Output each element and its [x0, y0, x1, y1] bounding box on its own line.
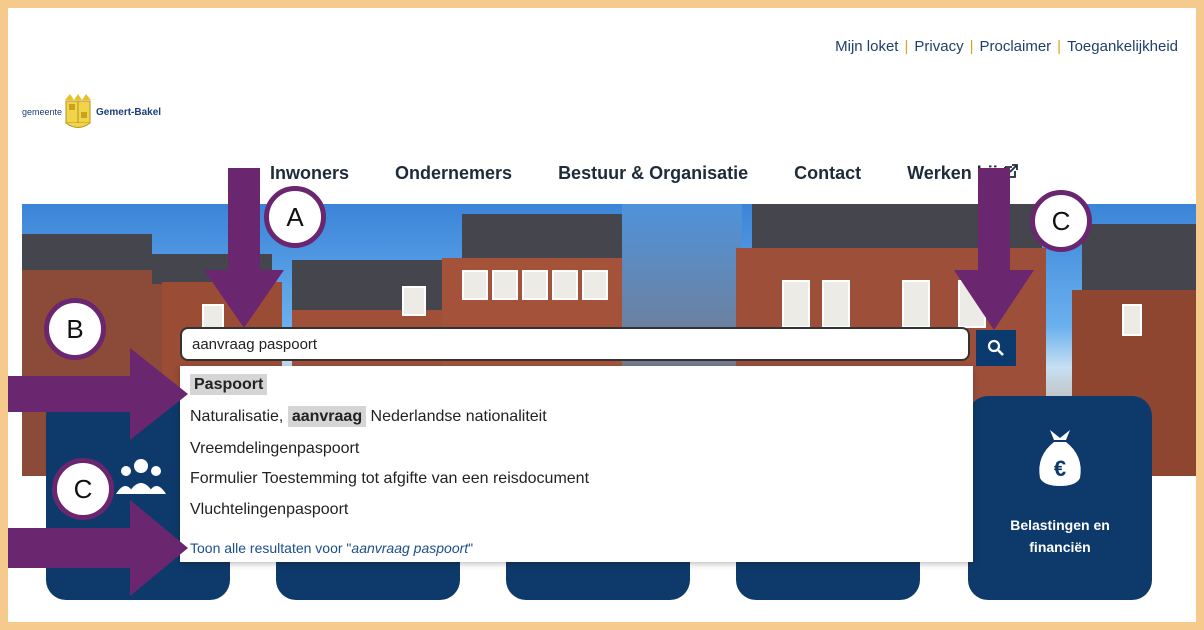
- show-all-prefix: Toon alle resultaten voor ": [190, 540, 352, 556]
- suggestion-text: Paspoort: [190, 374, 268, 395]
- external-link-icon: [1003, 164, 1018, 178]
- search-icon: [987, 339, 1004, 356]
- money-bag-icon: €: [1039, 430, 1081, 486]
- site-logo[interactable]: gemeente Gemert-Bakel: [22, 92, 161, 132]
- link-privacy[interactable]: Privacy: [914, 38, 963, 55]
- page-frame: Mijn loket | Privacy | Proclaimer | Toegankeli…: [8, 8, 1196, 622]
- tile-label: Belastingen en financiën: [968, 514, 1152, 558]
- annotation-c-bottom: C: [52, 458, 114, 520]
- separator: |: [904, 38, 909, 55]
- tile-label-line1: Belastingen en: [1010, 517, 1110, 533]
- annotation-c-top: C: [1030, 190, 1092, 252]
- main-nav: Inwoners Ondernemers Bestuur & Organisat…: [270, 163, 1019, 184]
- tile-label-line2: financiën: [1029, 539, 1091, 555]
- suggestion-item[interactable]: Vreemdelingenpaspoort: [190, 440, 359, 458]
- nav-contact[interactable]: Contact: [794, 163, 861, 184]
- separator: |: [1057, 38, 1062, 55]
- separator: |: [969, 38, 974, 55]
- nav-inwoners[interactable]: Inwoners: [270, 163, 349, 184]
- show-all-query: aanvraag paspoort: [351, 540, 469, 556]
- tile-belastingen[interactable]: € Belastingen en financiën: [968, 396, 1152, 600]
- nav-ondernemers[interactable]: Ondernemers: [395, 163, 512, 184]
- nav-bestuur-organisatie[interactable]: Bestuur & Organisatie: [558, 163, 748, 184]
- search-button[interactable]: [976, 330, 1016, 366]
- suggestion-text: Nederlandse nationaliteit: [366, 408, 547, 425]
- show-all-suffix: ": [468, 540, 474, 556]
- annotation-b: B: [44, 298, 106, 360]
- nav-werken-bij-label: Werken bij: [907, 163, 998, 183]
- annotation-a: A: [264, 186, 326, 248]
- svg-text:€: €: [1054, 456, 1066, 481]
- search-input[interactable]: aanvraag paspoort: [180, 327, 970, 361]
- logo-prefix: gemeente: [22, 107, 63, 117]
- suggestion-item[interactable]: Vluchtelingenpaspoort: [190, 501, 348, 519]
- suggestion-item[interactable]: Paspoort: [190, 374, 268, 395]
- utility-links: Mijn loket | Privacy | Proclaimer | Toegankeli…: [835, 38, 1178, 55]
- show-all-results-link[interactable]: Toon alle resultaten voor "aanvraag pasp…: [190, 540, 473, 556]
- suggestion-item[interactable]: Naturalisatie, aanvraag Nederlandse nati…: [190, 406, 547, 427]
- suggestion-highlight: aanvraag: [287, 406, 367, 427]
- link-proclaimer[interactable]: Proclaimer: [979, 38, 1051, 55]
- link-mijn-loket[interactable]: Mijn loket: [835, 38, 898, 55]
- suggestion-item[interactable]: Formulier Toestemming tot afgifte van ee…: [190, 470, 589, 488]
- link-toegankelijkheid[interactable]: Toegankelijkheid: [1067, 38, 1178, 55]
- nav-werken-bij[interactable]: Werken bij: [907, 163, 1019, 184]
- coat-of-arms-icon: [65, 94, 92, 128]
- suggestion-text: Naturalisatie,: [190, 408, 288, 425]
- people-icon: [116, 459, 166, 494]
- logo-name: Gemert-Bakel: [96, 106, 162, 118]
- search-suggestions: Paspoort Naturalisatie, aanvraag Nederla…: [180, 366, 973, 562]
